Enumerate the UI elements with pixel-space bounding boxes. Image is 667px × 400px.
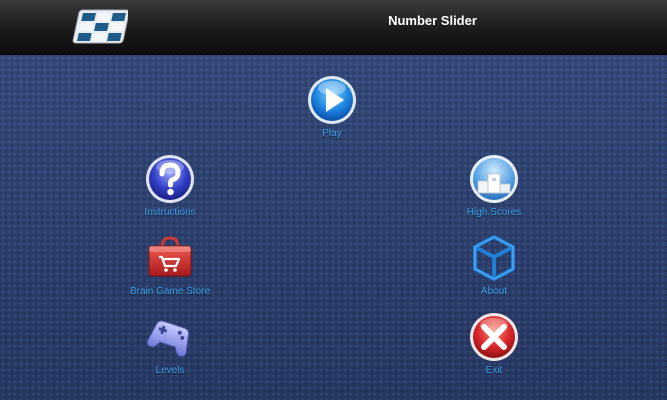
instructions-label: Instructions (144, 207, 196, 218)
app-header: Number Slider (0, 0, 667, 55)
close-x-icon (470, 313, 518, 361)
cube-icon (473, 235, 515, 281)
gamepad-icon (146, 320, 190, 357)
instructions-button[interactable]: Instructions (105, 154, 235, 230)
shopping-basket-icon (148, 236, 192, 277)
high-scores-button[interactable]: High Scores (429, 154, 559, 230)
podium-icon (470, 155, 518, 203)
high-scores-label: High Scores (466, 207, 522, 218)
about-button[interactable]: About (429, 233, 559, 309)
play-button[interactable]: Play (267, 75, 397, 151)
brain-game-store-label: Brain Game Store (129, 286, 211, 297)
levels-label: Levels (155, 365, 185, 376)
question-mark-icon (146, 155, 194, 203)
play-icon (308, 76, 356, 124)
levels-button[interactable]: Levels (105, 312, 235, 388)
brain-game-store-button[interactable]: Brain Game Store (105, 233, 235, 309)
exit-button[interactable]: Exit (429, 312, 559, 388)
app-title: Number Slider (388, 13, 477, 28)
play-label: Play (322, 128, 342, 139)
about-label: About (480, 286, 508, 297)
exit-label: Exit (485, 365, 503, 376)
main-menu: Play Instructions High Scores Brain Game… (0, 55, 667, 400)
